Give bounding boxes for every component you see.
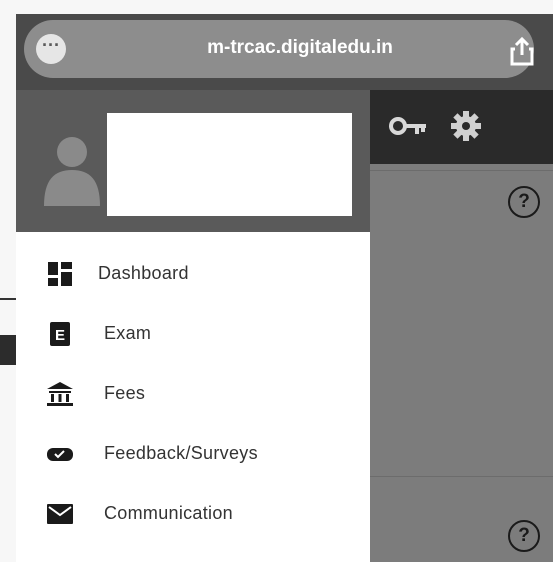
divider bbox=[370, 476, 553, 477]
menu-label-dashboard: Dashboard bbox=[98, 263, 189, 283]
menu-label-fees: Fees bbox=[104, 383, 146, 403]
url-text[interactable]: m-trcac.digitaledu.in bbox=[140, 37, 460, 59]
envelope-icon bbox=[47, 504, 73, 524]
dashboard-icon bbox=[48, 262, 72, 286]
navigation-drawer: Dashboard E Exam Fees Feedback/Surveys C… bbox=[16, 232, 370, 562]
photo-border-left bbox=[0, 0, 16, 562]
more-dots-icon[interactable]: ··· bbox=[36, 34, 66, 64]
app-screen: ··· m-trcac.digitaledu.in ? ? Dashboard … bbox=[0, 0, 553, 562]
menu-label-feedback: Feedback/Surveys bbox=[104, 443, 258, 463]
content-overlay[interactable] bbox=[370, 164, 553, 562]
gear-icon[interactable] bbox=[450, 110, 482, 142]
divider bbox=[370, 170, 553, 171]
key-icon[interactable] bbox=[388, 112, 428, 140]
menu-label-exam: Exam bbox=[104, 323, 152, 343]
bank-icon bbox=[47, 382, 73, 406]
help-icon[interactable]: ? bbox=[508, 186, 540, 218]
feedback-icon bbox=[47, 448, 73, 461]
help-icon-bottom[interactable]: ? bbox=[508, 520, 540, 552]
user-name-redacted bbox=[107, 113, 352, 216]
menu-label-communication: Communication bbox=[104, 503, 233, 523]
user-avatar-icon[interactable] bbox=[44, 130, 110, 206]
menu-item-fees[interactable]: Fees bbox=[16, 368, 370, 418]
menu-item-communication[interactable]: Communication bbox=[16, 488, 370, 538]
paper-rule bbox=[0, 298, 16, 300]
menu-item-exam[interactable]: E Exam bbox=[16, 308, 370, 358]
paper-scrap bbox=[0, 335, 16, 365]
exam-icon: E bbox=[50, 322, 70, 346]
svg-text:E: E bbox=[55, 327, 65, 344]
share-icon[interactable] bbox=[505, 34, 539, 68]
menu-item-feedback[interactable]: Feedback/Surveys bbox=[16, 428, 370, 478]
photo-border-top bbox=[0, 0, 553, 14]
menu-item-dashboard[interactable]: Dashboard bbox=[16, 248, 370, 298]
